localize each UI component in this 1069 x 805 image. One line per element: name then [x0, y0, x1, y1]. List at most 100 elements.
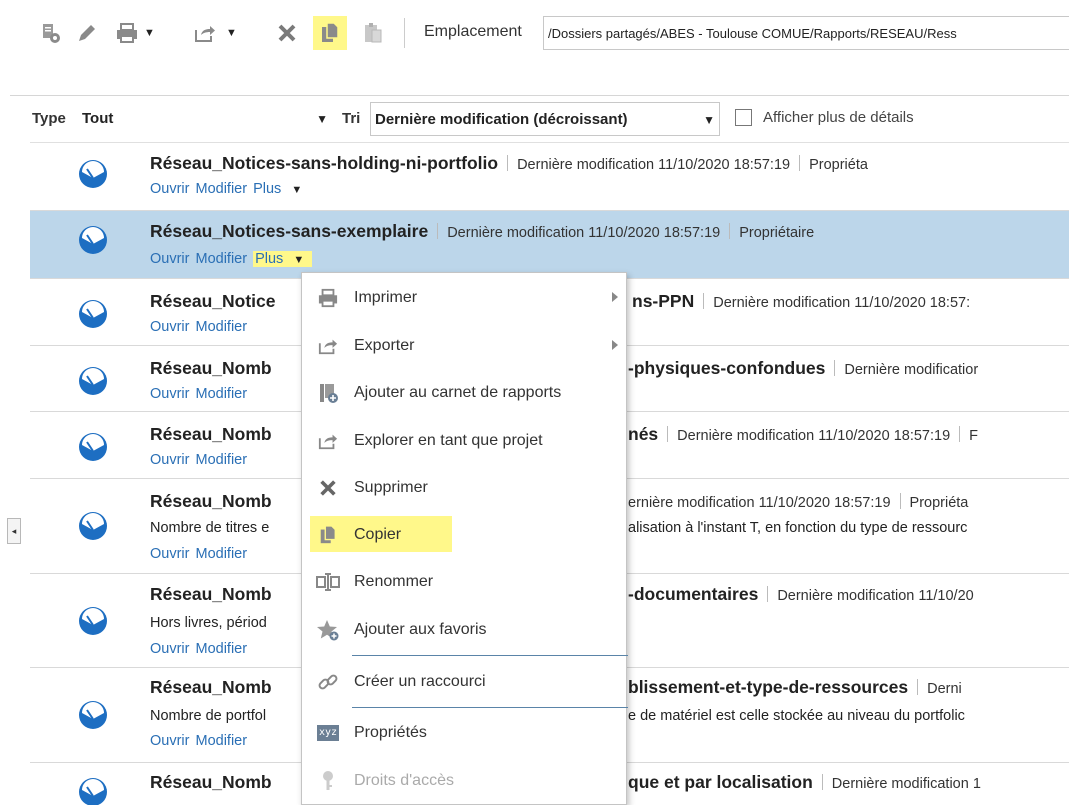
properties-icon[interactable]: [38, 20, 64, 46]
menu-item-rename[interactable]: Renommer: [302, 563, 626, 599]
edit-link[interactable]: Modifier: [195, 733, 247, 749]
row-title-tail[interactable]: nés: [628, 424, 658, 444]
type-label: Type: [32, 110, 66, 127]
row-owner: Propriétaire: [739, 225, 815, 241]
open-link[interactable]: Ouvrir: [150, 546, 189, 562]
details-checkbox-label: Afficher plus de détails: [763, 109, 914, 126]
edit-link[interactable]: Modifier: [195, 452, 247, 468]
chevron-down-icon: ▼: [293, 254, 305, 266]
menu-item-label: Créer un raccourci: [354, 673, 486, 690]
toolbar-separator: [404, 18, 405, 48]
analysis-icon: [79, 367, 107, 395]
analysis-icon: [79, 433, 107, 461]
chevron-down-icon: ▼: [316, 112, 328, 126]
delete-icon: [316, 476, 340, 500]
print-icon[interactable]: [114, 20, 140, 46]
key-icon: [316, 769, 340, 793]
collapse-panel-handle[interactable]: ◂: [7, 518, 21, 544]
menu-item-copy[interactable]: Copier: [302, 516, 626, 552]
row-title-tail[interactable]: que et par localisation: [628, 772, 813, 792]
analysis-icon: [79, 607, 107, 635]
export-dropdown-caret[interactable]: ▼: [226, 27, 237, 39]
edit-link[interactable]: Modifier: [195, 546, 247, 562]
favorite-icon: [316, 618, 340, 642]
edit-link[interactable]: Modifier: [195, 251, 247, 267]
more-link-label: Plus: [255, 251, 284, 267]
copy-icon: [316, 523, 340, 547]
edit-icon[interactable]: [74, 20, 100, 46]
menu-item-add-to-briefing-book[interactable]: Ajouter au carnet de rapports: [302, 374, 626, 410]
open-link[interactable]: Ouvrir: [150, 386, 189, 402]
row-title[interactable]: Réseau_Notice: [150, 291, 275, 311]
menu-item-create-shortcut[interactable]: Créer un raccourci: [302, 663, 626, 699]
menu-item-delete[interactable]: Supprimer: [302, 469, 626, 505]
open-link[interactable]: Ouvrir: [150, 251, 189, 267]
menu-separator: [352, 707, 628, 708]
toolbar: ▼ ▼ Emplacement /Dossiers partagés/ABES …: [0, 8, 1069, 56]
open-link[interactable]: Ouvrir: [150, 181, 189, 197]
sort-select[interactable]: Dernière modification (décroissant) ▼: [370, 102, 720, 136]
delete-icon[interactable]: [274, 20, 300, 46]
list-item[interactable]: Réseau_Notices-sans-holding-ni-portfolio…: [30, 143, 1069, 211]
export-icon[interactable]: [192, 20, 218, 46]
open-link[interactable]: Ouvrir: [150, 733, 189, 749]
edit-link[interactable]: Modifier: [195, 181, 247, 197]
row-title-tail[interactable]: blissement-et-type-de-ressources: [628, 677, 908, 697]
print-dropdown-caret[interactable]: ▼: [144, 27, 155, 39]
row-title[interactable]: Réseau_Nomb: [150, 358, 272, 378]
row-title-tail[interactable]: -physiques-confondues: [628, 358, 825, 378]
print-icon: [316, 286, 340, 310]
analysis-icon: [79, 300, 107, 328]
submenu-arrow-icon: [612, 340, 618, 350]
row-title[interactable]: Réseau_Nomb: [150, 424, 272, 444]
edit-link[interactable]: Modifier: [195, 641, 247, 657]
row-description: Hors livres, périod: [150, 615, 267, 631]
open-link[interactable]: Ouvrir: [150, 452, 189, 468]
row-title[interactable]: Réseau_Nomb: [150, 584, 272, 604]
row-modified: Dernière modification 11/10/2020 18:57:1…: [677, 428, 951, 444]
row-modified: Dernière modification 11/10/2020 18:57:1…: [517, 157, 791, 173]
edit-link[interactable]: Modifier: [195, 386, 247, 402]
menu-item-properties[interactable]: xyz Propriétés: [302, 714, 626, 750]
row-title[interactable]: Réseau_Nomb: [150, 677, 272, 697]
more-link[interactable]: Plus ▼: [253, 251, 313, 267]
filter-bar: Type Tout ▼ Tri Dernière modification (d…: [0, 96, 1069, 142]
row-modified: Dernière modification 1: [831, 776, 981, 792]
analysis-icon: [79, 701, 107, 729]
open-link[interactable]: Ouvrir: [150, 319, 189, 335]
more-link[interactable]: Plus ▼: [253, 181, 308, 197]
row-description: Nombre de titres e: [150, 520, 270, 536]
link-icon: [316, 670, 340, 694]
row-modified: Dernière modificatior: [844, 362, 979, 378]
edit-link[interactable]: Modifier: [195, 319, 247, 335]
row-title[interactable]: Réseau_Notices-sans-holding-ni-portfolio: [150, 153, 498, 173]
row-modified: Dernière modification 11/10/2020 18:57:: [713, 295, 971, 311]
analysis-icon: [79, 160, 107, 188]
location-field[interactable]: /Dossiers partagés/ABES - Toulouse COMUE…: [543, 16, 1069, 50]
row-title-tail[interactable]: -documentaires: [628, 584, 758, 604]
details-checkbox[interactable]: [735, 109, 752, 126]
copy-icon[interactable]: [313, 16, 347, 50]
row-title[interactable]: Réseau_Notices-sans-exemplaire: [150, 221, 428, 241]
row-title[interactable]: Réseau_Nomb: [150, 772, 272, 792]
rename-icon: [316, 570, 340, 594]
row-modified: Dernière modification 11/10/2020 18:57:1…: [447, 225, 721, 241]
row-modified: ernière modification 11/10/2020 18:57:19: [628, 495, 891, 511]
open-link[interactable]: Ouvrir: [150, 641, 189, 657]
menu-item-print[interactable]: Imprimer: [302, 279, 626, 315]
paste-icon[interactable]: [360, 20, 386, 46]
row-owner: Propriéta: [809, 157, 868, 173]
menu-item-label: Propriétés: [354, 724, 427, 741]
list-item[interactable]: Réseau_Notices-sans-exemplaire Dernière m…: [30, 211, 1069, 279]
menu-item-add-to-favorites[interactable]: Ajouter aux favoris: [302, 611, 626, 647]
row-title-tail[interactable]: ns-PPN: [632, 291, 694, 311]
menu-item-label: Imprimer: [354, 289, 418, 306]
type-select[interactable]: Tout ▼: [78, 102, 332, 136]
menu-item-explore-as-project[interactable]: Explorer en tant que projet: [302, 422, 626, 458]
location-label: Emplacement: [424, 23, 522, 40]
row-title[interactable]: Réseau_Nomb: [150, 491, 272, 511]
menu-item-label: Copier: [354, 526, 402, 543]
menu-item-label: Renommer: [354, 573, 434, 590]
menu-separator: [352, 655, 628, 656]
menu-item-export[interactable]: Exporter: [302, 327, 626, 363]
